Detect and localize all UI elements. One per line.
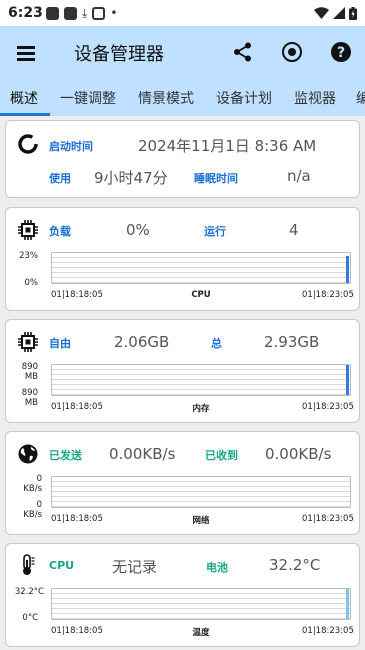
help-icon[interactable]: ? [328,39,354,65]
network-graph-time-end: 01|18:23:05 [302,514,354,524]
memory-free-value: 2.06GB [114,333,170,351]
temp-graph-time-end: 01|18:23:05 [302,626,354,636]
memory-graph-label: 内存 [192,404,210,414]
cpu-graph-y-min: 0% [24,278,39,288]
sleep-time-label: 睡眠时间 [194,172,238,185]
network-card[interactable]: 已发送 0.00KB/s 已收到 0.00KB/s 0 KB/s 0 KB/s 01… [5,431,360,535]
svg-text:?: ? [337,45,345,61]
record-icon[interactable] [279,39,305,65]
thermometer-icon [23,554,35,575]
memory-graph-y-max: 890 MB [21,362,38,382]
temp-battery-value: 32.2°C [269,556,321,574]
sleep-time-value: n/a [287,167,311,185]
uptime-ring-icon [18,134,38,154]
hamburger-menu-icon[interactable] [14,41,40,65]
tab-overview[interactable]: 概述 [10,88,38,108]
temp-cpu-value: 无记录 [112,558,158,576]
globe-icon [18,444,38,464]
start-time-label: 启动时间 [49,140,93,153]
memory-total-value: 2.93GB [264,333,320,351]
network-graph-y-min: 0 KB/s [23,500,42,520]
usage-label: 使用 [49,172,71,185]
status-bar: 6:23 ⤓ • [0,0,365,26]
wifi-icon [314,7,329,19]
network-graph-y-max: 0 KB/s [23,474,42,494]
memory-card[interactable]: 自由 2.06GB 总 2.93GB 890 MB 890 MB 01|18:18:… [5,319,360,423]
tab-device-schedule[interactable]: 设备计划 [216,88,272,108]
cpu-load-label: 负载 [49,225,71,238]
cpu-running-label: 运行 [204,225,226,238]
memory-graph-time-end: 01|18:23:05 [302,402,354,412]
temp-battery-label: 电池 [206,561,228,574]
network-graph [51,476,351,508]
memory-chip-icon [18,332,38,352]
temp-graph-label: 温度 [192,628,210,638]
cpu-graph-y-max: 23% [19,251,38,261]
cpu-graph [51,252,351,284]
cpu-graph-bar [346,256,349,283]
cpu-chip-icon [18,220,38,240]
tab-monitor[interactable]: 监视器 [294,88,336,108]
temp-graph-time-start: 01|18:18:05 [51,626,103,636]
memory-graph-bar [346,365,349,395]
tab-one-click-tune[interactable]: 一键调整 [60,88,116,108]
memory-graph [51,364,351,396]
cpu-graph-time-end: 01|18:23:05 [302,290,354,300]
cpu-card[interactable]: 负载 0% 运行 4 23% 0% 01|18:18:05 CPU 01|18:… [5,207,360,311]
temp-graph-y-max: 32.2°C [14,587,44,597]
notification-app-icon [92,6,106,20]
start-time-value: 2024年11月1日 8:36 AM [138,137,317,155]
temperature-graph-bar [346,589,349,619]
usage-value: 9小时47分 [94,169,168,187]
cpu-graph-label: CPU [191,290,211,300]
notification-app-icon [64,6,77,20]
cpu-load-value: 0% [126,221,150,239]
battery-icon [349,6,357,20]
notification-dot: • [110,5,118,20]
download-icon: ⤓ [82,5,88,20]
memory-graph-time-start: 01|18:18:05 [51,402,103,412]
temperature-graph [51,588,351,620]
temp-cpu-label: CPU [49,559,75,572]
app-bar: 设备管理器 ? [0,26,365,80]
uptime-card[interactable]: 启动时间 2024年11月1日 8:36 AM 使用 9小时47分 睡眠时间 n… [5,120,360,198]
network-sent-value: 0.00KB/s [109,445,176,463]
app-title: 设备管理器 [74,44,164,65]
share-icon[interactable] [230,39,256,65]
signal-icon [333,7,345,19]
network-graph-time-start: 01|18:18:05 [51,514,103,524]
cpu-running-value: 4 [289,221,299,239]
network-sent-label: 已发送 [49,449,82,462]
network-graph-label: 网络 [192,516,210,526]
tab-indicator [0,113,50,116]
status-time: 6:23 [8,5,43,21]
temp-graph-y-min: 0°C [22,613,38,623]
memory-free-label: 自由 [49,337,71,350]
memory-graph-y-min: 890 MB [21,388,38,408]
tab-profiles[interactable]: 情景模式 [138,88,194,108]
temperature-card[interactable]: CPU 无记录 电池 32.2°C 32.2°C 0°C 01|18:18:05… [5,543,360,647]
network-received-label: 已收到 [205,449,238,462]
tab-bar: 概述 一键调整 情景模式 设备计划 监视器 编 [0,80,365,116]
memory-total-label: 总 [211,337,222,350]
network-received-value: 0.00KB/s [265,445,332,463]
tab-edit[interactable]: 编 [356,88,365,108]
notification-app-icon [46,6,59,20]
cpu-graph-time-start: 01|18:18:05 [51,290,103,300]
